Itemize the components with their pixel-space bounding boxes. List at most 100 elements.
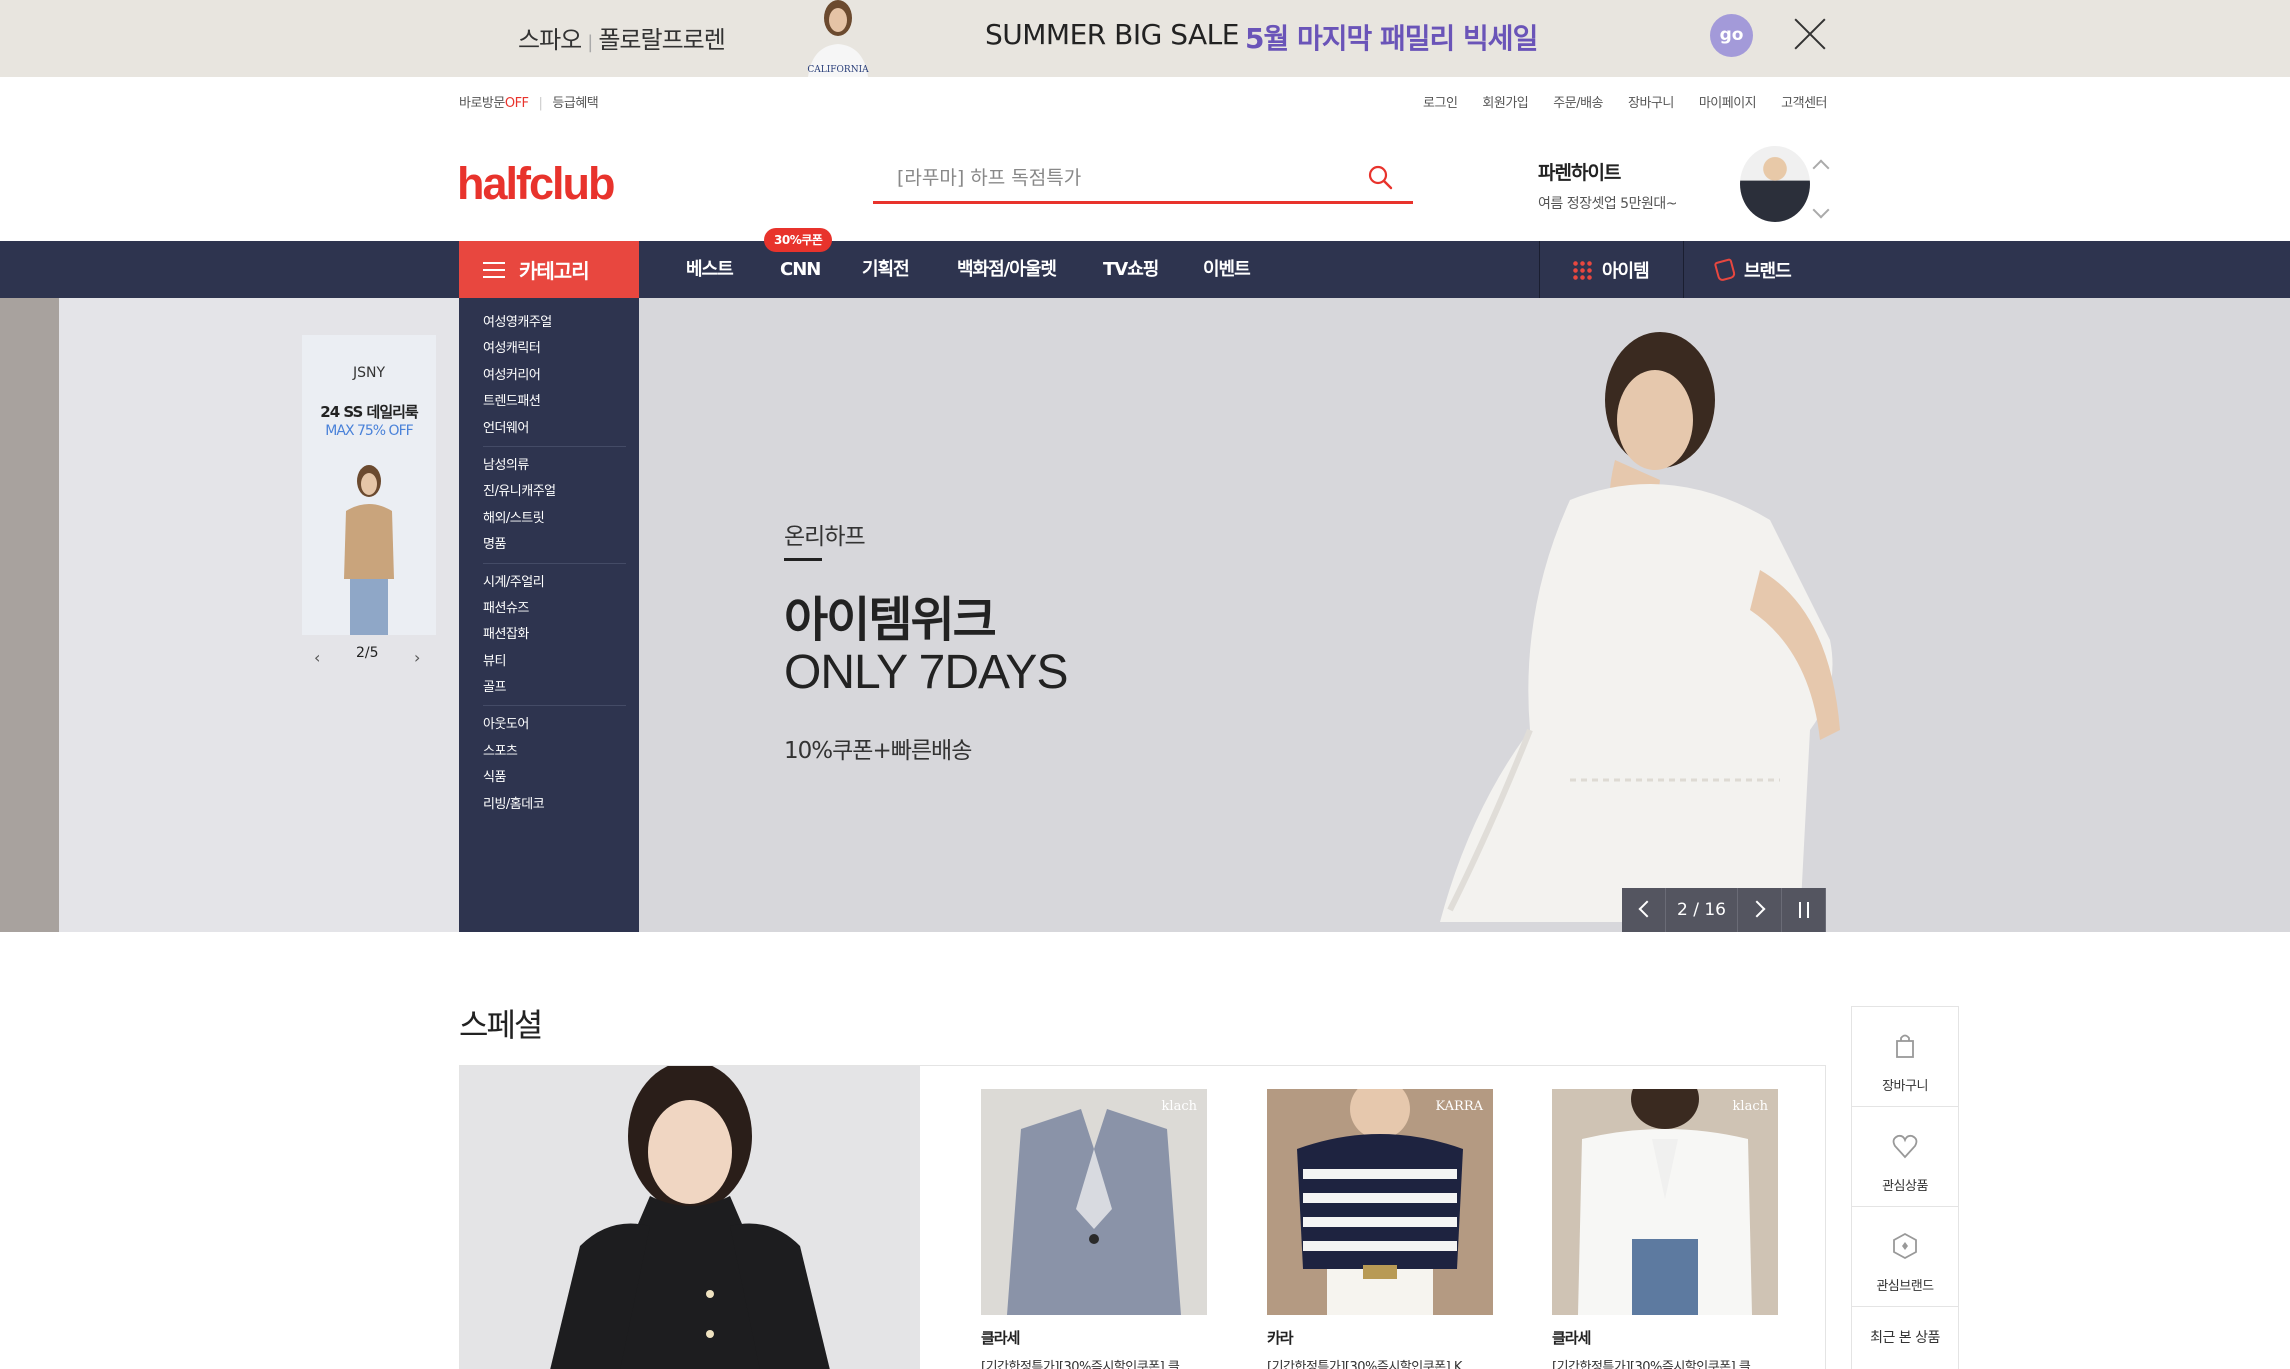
chevron-down-icon[interactable]: [1812, 201, 1830, 219]
quick-wishlist-label: 관심상품: [1882, 1179, 1928, 1194]
promotion-title: 파렌하이트: [1538, 162, 1621, 184]
category-item[interactable]: 트렌드패션: [483, 389, 626, 415]
grade-benefit-link[interactable]: 등급혜택: [552, 96, 598, 111]
mini-banner-prev-icon[interactable]: ‹: [314, 648, 320, 667]
promo-go-button[interactable]: go: [1710, 14, 1753, 57]
nav-event[interactable]: 이벤트: [1203, 241, 1251, 298]
direct-visit-label: 바로방문: [459, 96, 505, 111]
svg-text:CALIFORNIA: CALIFORNIA: [807, 65, 869, 75]
hexagon-icon: [1893, 1232, 1917, 1260]
nav-brand-button[interactable]: 브랜드: [1713, 241, 1792, 298]
mini-banner-title: 24 SS 데일리룩: [320, 403, 418, 421]
mini-banner-next-icon[interactable]: ›: [414, 648, 420, 667]
product-jacket-image: [981, 1089, 1207, 1315]
nav-exhibition[interactable]: 기획전: [862, 241, 910, 298]
hero-prev-button[interactable]: [1622, 888, 1666, 932]
category-item[interactable]: 스포츠: [483, 739, 626, 765]
quick-recent-label[interactable]: 최근 본 상품: [1852, 1307, 1958, 1369]
customer-center-link[interactable]: 고객센터: [1781, 92, 1827, 111]
hero-subtitle: 10%쿠폰+빠른배송: [784, 738, 972, 764]
category-list: 여성영캐주얼 여성캐릭터 여성커리어 트렌드패션 언더웨어 남성의류 진/유니캐…: [459, 298, 639, 932]
mini-banner-brand: JSNY: [352, 365, 386, 381]
quick-brand[interactable]: 관심브랜드: [1852, 1207, 1958, 1307]
special-product-card[interactable]: KARRA 카라 [기간한정특가][30%즉시할인쿠폰] K: [1267, 1089, 1493, 1369]
category-item[interactable]: 골프: [483, 675, 626, 701]
product-brand-mark: klach: [1732, 1099, 1768, 1114]
search-icon[interactable]: [1367, 164, 1393, 190]
login-link[interactable]: 로그인: [1423, 92, 1458, 111]
hero-title-secondary: ONLY 7DAYS: [784, 646, 1068, 699]
promotion-subtitle: 여름 정장셋업 5만원대~: [1538, 196, 1677, 212]
top-promo-banner[interactable]: 스파오 | 폴로랄프로렌 CALIFORNIA SUMMER BIG SALE 5월…: [0, 0, 2290, 77]
quick-wishlist[interactable]: 관심상품: [1852, 1107, 1958, 1207]
direct-visit-off-link[interactable]: 바로방문OFF: [459, 96, 529, 111]
nav-brand-label: 브랜드: [1744, 260, 1792, 282]
category-item[interactable]: 뷰티: [483, 649, 626, 675]
chevron-up-icon[interactable]: [1812, 159, 1830, 177]
mini-banner-model-image: [344, 465, 394, 635]
hero-pager: 2 / 16: [1622, 888, 1826, 932]
category-item[interactable]: 명품: [483, 532, 626, 558]
utility-left: 바로방문OFF | 등급혜택: [459, 92, 599, 111]
product-brand: 클라세: [1552, 1329, 1591, 1347]
promo-brand-1: 스파오: [518, 26, 582, 54]
category-menu-button[interactable]: 카테고리: [459, 241, 639, 298]
hamburger-icon: [483, 261, 505, 278]
nav-department-outlet[interactable]: 백화점/아울렛: [957, 241, 1057, 298]
product-brand-mark: KARRA: [1435, 1099, 1483, 1114]
special-section-title: 스페셜: [459, 1006, 543, 1044]
site-logo[interactable]: halfclub: [457, 158, 616, 210]
product-blazer-image: [1552, 1089, 1778, 1315]
hero-next-button[interactable]: [1738, 888, 1782, 932]
category-item[interactable]: 패션슈즈: [483, 596, 626, 622]
category-item[interactable]: 패션잡화: [483, 622, 626, 648]
category-item[interactable]: 시계/주얼리: [483, 570, 626, 596]
close-icon[interactable]: [1792, 16, 1828, 52]
product-brand-mark: klach: [1161, 1099, 1197, 1114]
category-item[interactable]: 여성영캐주얼: [483, 310, 626, 336]
special-product-card[interactable]: klach 클라세 [기간한정특가][30%즉시할인쿠폰] 클: [981, 1089, 1207, 1369]
hero-pause-button[interactable]: [1782, 888, 1826, 932]
category-item[interactable]: 여성캐릭터: [483, 336, 626, 362]
heart-icon: [1892, 1134, 1918, 1159]
category-item[interactable]: 식품: [483, 765, 626, 791]
nav-divider: [1539, 241, 1540, 298]
nav-item-label: 아이템: [1602, 260, 1650, 282]
product-brand: 카라: [1267, 1329, 1294, 1347]
category-group: 시계/주얼리 패션슈즈 패션잡화 뷰티 골프: [483, 570, 626, 707]
hero-pager-count: 2 / 16: [1666, 888, 1738, 932]
product-image: klach: [981, 1089, 1207, 1315]
signup-link[interactable]: 회원가입: [1482, 92, 1528, 111]
pause-icon: [1799, 902, 1809, 918]
special-main-image[interactable]: [460, 1066, 920, 1369]
nav-tv-shopping[interactable]: TV쇼핑: [1103, 241, 1159, 298]
category-item[interactable]: 리빙/홈데코: [483, 792, 626, 818]
category-item[interactable]: 여성커리어: [483, 363, 626, 389]
promo-brands: 스파오 | 폴로랄프로렌: [518, 20, 726, 55]
search-input[interactable]: [873, 158, 1333, 198]
quick-cart[interactable]: 장바구니: [1852, 1007, 1958, 1107]
nav-best[interactable]: 베스트: [686, 241, 734, 298]
mypage-link[interactable]: 마이페이지: [1699, 92, 1757, 111]
header-promotion[interactable]: 파렌하이트 여름 정장셋업 5만원대~: [1538, 158, 1677, 213]
hero-eyebrow: 온리하프: [784, 524, 866, 550]
category-item[interactable]: 남성의류: [483, 453, 626, 479]
special-product-card[interactable]: klach 클라세 [기간한정특가][30%즉시할인쿠폰] 클: [1552, 1089, 1778, 1369]
category-label: 카테고리: [519, 259, 590, 283]
mini-banner-discount: MAX 75% OFF: [325, 423, 413, 439]
hero-divider: [784, 558, 822, 561]
cart-icon: [1896, 1034, 1914, 1058]
promo-sale-korean: 5월 마지막 패밀리 빅세일: [1245, 22, 1538, 55]
category-item[interactable]: 아웃도어: [483, 712, 626, 738]
promotion-thumbnail[interactable]: [1740, 146, 1810, 222]
orders-link[interactable]: 주문/배송: [1553, 92, 1603, 111]
hero-model-image: [1440, 332, 1840, 922]
nav-item-button[interactable]: 아이템: [1572, 241, 1650, 298]
utility-divider: |: [538, 96, 543, 111]
mini-banner[interactable]: JSNY 24 SS 데일리룩 MAX 75% OFF: [302, 335, 436, 635]
quick-brand-label: 관심브랜드: [1876, 1279, 1934, 1294]
category-item[interactable]: 진/유니캐주얼: [483, 479, 626, 505]
cart-link[interactable]: 장바구니: [1628, 92, 1674, 111]
category-item[interactable]: 언더웨어: [483, 416, 626, 442]
category-item[interactable]: 해외/스트릿: [483, 506, 626, 532]
